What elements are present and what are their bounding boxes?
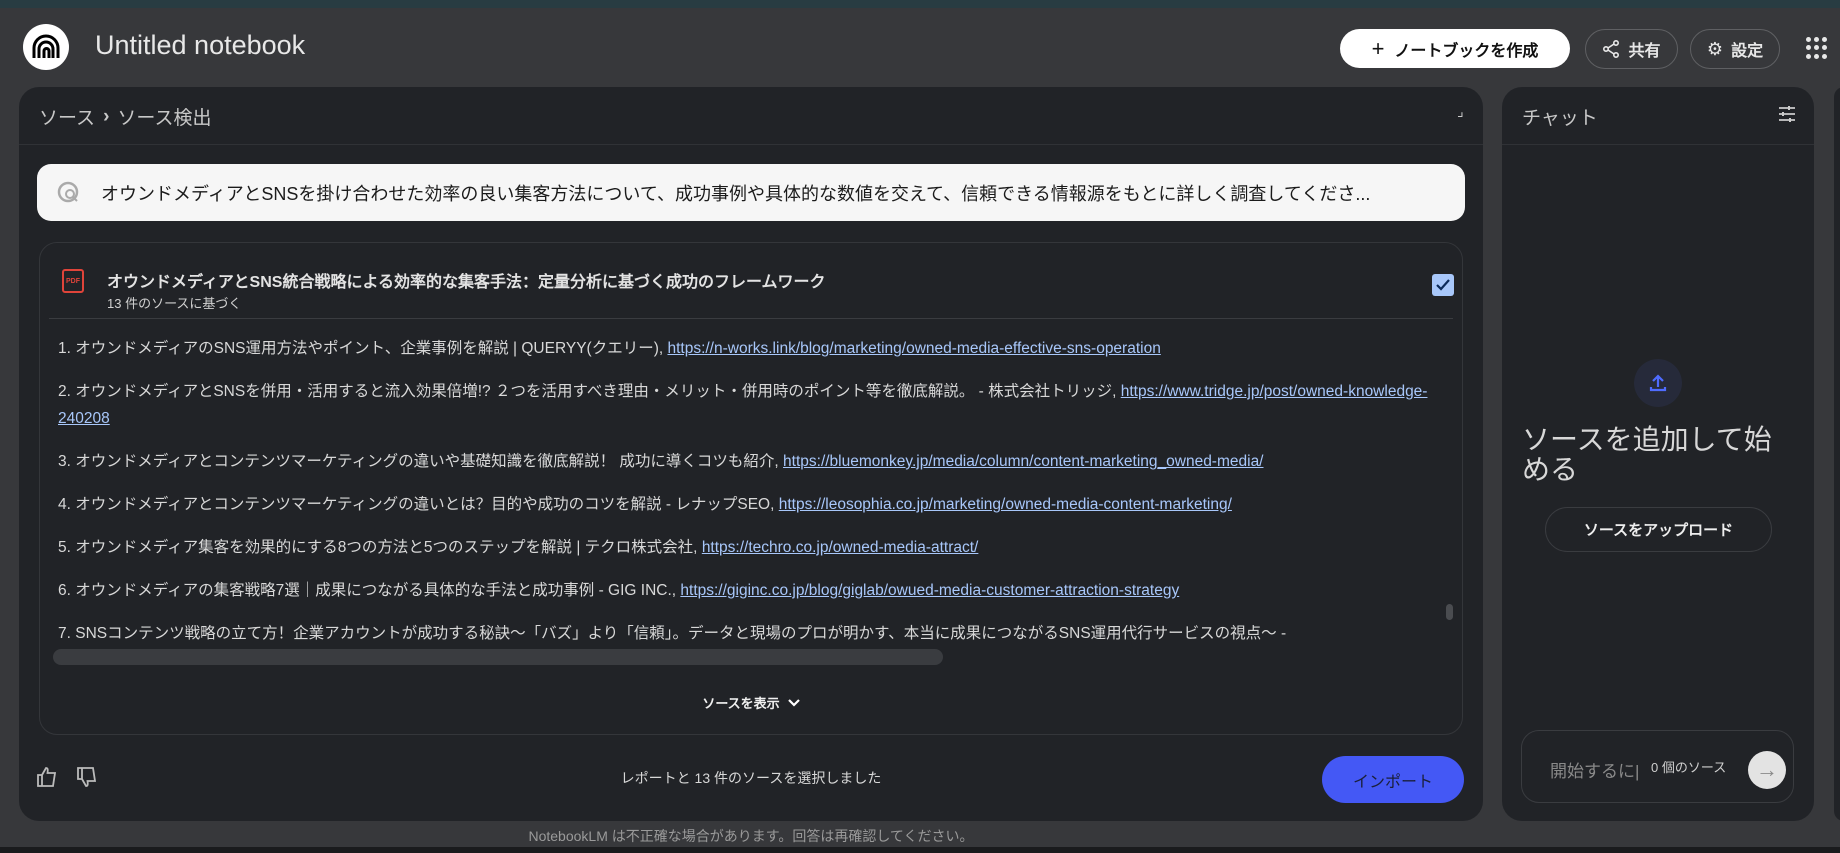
divider [1502, 144, 1814, 145]
source-link[interactable]: https://techro.co.jp/owned-media-attract… [702, 539, 979, 556]
selection-status: レポートと 13 件のソースを選択しました [620, 770, 882, 786]
chevron-right-icon: › [103, 105, 110, 127]
report-title[interactable]: オウンドメディアとSNS統合戦略による効率的な集客手法：定量分析に基づく成功のフ… [107, 268, 826, 292]
tune-settings-icon[interactable] [1778, 105, 1796, 123]
show-sources-button[interactable]: ソースを表示 [40, 693, 1462, 712]
notebook-title[interactable]: Untitled notebook [95, 30, 305, 61]
plus-icon: + [1371, 35, 1385, 61]
source-title: 5. オウンドメディア集客を効果的にする8つの方法と5つのステップを解説 | テ… [58, 539, 702, 556]
source-link[interactable]: https://n-works.link/blog/marketing/owne… [667, 340, 1160, 357]
share-icon [1603, 40, 1620, 58]
source-title: 3. オウンドメディアとコンテンツマーケティングの違いや基礎知識を徹底解説！ 成… [58, 453, 784, 470]
source-list-item: 5. オウンドメディア集客を効果的にする8つの方法と5つのステップを解説 | テ… [58, 534, 1438, 561]
upload-icon[interactable] [1634, 359, 1682, 407]
notebooklm-logo-icon[interactable] [23, 24, 69, 70]
source-list-item: 6. オウンドメディアの集客戦略7選｜成果につながる具体的な手法と成功事例 - … [58, 577, 1438, 604]
settings-label: 設定 [1731, 43, 1764, 60]
breadcrumb: ソース › ソース検出 [39, 103, 211, 130]
source-link[interactable]: https://bluemonkey.jp/media/column/conte… [783, 453, 1263, 470]
studio-panel-edge [1834, 87, 1840, 821]
sources-panel: ソース › ソース検出 ⌟ オウンドメディアとSNSを掛け合わせた効率の良い集客… [19, 87, 1483, 821]
breadcrumb-sources[interactable]: ソース [39, 103, 95, 130]
source-count: 0 個のソース [1651, 760, 1727, 775]
source-title: 2. オウンドメディアとSNSを併用・活用すると流入効果倍増!? ２つを活用すべ… [58, 383, 1121, 400]
source-list: 1. オウンドメディアのSNS運用方法やポイント、企業事例を解説 | QUERY… [58, 335, 1438, 649]
chat-panel: チャット ソースを追加して始める ソースをアップロード 開始するに| 0 個のソ… [1502, 87, 1814, 821]
check-icon [1436, 279, 1450, 291]
divider [19, 144, 1483, 145]
collapse-panel-icon[interactable]: ⌟ [1457, 103, 1464, 120]
upload-source-button[interactable]: ソースをアップロード [1545, 507, 1772, 552]
share-button[interactable]: 共有 [1585, 29, 1678, 69]
search-globe-icon [57, 181, 79, 202]
research-query-bar: オウンドメディアとSNSを掛け合わせた効率の良い集客方法について、成功事例や具体… [37, 164, 1465, 221]
import-button[interactable]: インポート [1322, 756, 1464, 803]
source-title: 7. SNSコンテンツ戦略の立て方！企業アカウントが成功する秘訣〜「バズ」より「… [58, 625, 1287, 642]
apps-grid-icon[interactable] [1806, 37, 1828, 59]
breadcrumb-current: ソース検出 [117, 108, 212, 129]
chat-empty-heading: ソースを追加して始める [1522, 424, 1772, 485]
source-title: 4. オウンドメディアとコンテンツマーケティングの違いとは？目的や成功のコツを解… [58, 496, 779, 513]
horizontal-scrollbar[interactable] [53, 649, 943, 665]
send-arrow-icon[interactable]: → [1748, 751, 1786, 789]
source-list-item: 3. オウンドメディアとコンテンツマーケティングの違いや基礎知識を徹底解説！ 成… [58, 448, 1438, 475]
source-link[interactable]: https://giginc.co.jp/blog/giglab/owued-m… [680, 582, 1179, 599]
report-subtitle: 13 件のソースに基づく [107, 296, 242, 311]
gear-icon: ⚙ [1706, 38, 1724, 59]
share-label: 共有 [1628, 43, 1661, 60]
report-checkbox[interactable] [1432, 274, 1454, 296]
chat-input-placeholder: 開始するに| [1550, 762, 1640, 781]
show-sources-label: ソースを表示 [702, 696, 780, 711]
report-card: PDF オウンドメディアとSNS統合戦略による効率的な集客手法：定量分析に基づく… [39, 242, 1463, 735]
create-notebook-label: ノートブックを作成 [1394, 42, 1539, 60]
chevron-down-icon [787, 698, 800, 707]
source-title: 1. オウンドメディアのSNS運用方法やポイント、企業事例を解説 | QUERY… [58, 340, 668, 357]
divider [49, 318, 1453, 319]
settings-button[interactable]: ⚙ 設定 [1690, 29, 1780, 69]
source-list-item: 1. オウンドメディアのSNS運用方法やポイント、企業事例を解説 | QUERY… [58, 335, 1438, 362]
source-list-item: 2. オウンドメディアとSNSを併用・活用すると流入効果倍増!? ２つを活用すべ… [58, 378, 1438, 432]
chat-title: チャット [1522, 108, 1598, 129]
source-list-item: 7. SNSコンテンツ戦略の立て方！企業アカウントが成功する秘訣〜「バズ」より「… [58, 620, 1438, 647]
create-notebook-button[interactable]: + ノートブックを作成 [1340, 29, 1570, 68]
research-query-text: オウンドメディアとSNSを掛け合わせた効率の良い集客方法について、成功事例や具体… [101, 183, 1371, 204]
source-title: 6. オウンドメディアの集客戦略7選｜成果につながる具体的な手法と成功事例 - … [58, 582, 681, 599]
disclaimer: NotebookLM は不正確な場合があります。回答は再確認してください。 [528, 828, 974, 844]
source-link[interactable]: https://leosophia.co.jp/marketing/owned-… [779, 496, 1232, 513]
pdf-icon: PDF [62, 269, 84, 293]
source-list-item: 4. オウンドメディアとコンテンツマーケティングの違いとは？目的や成功のコツを解… [58, 491, 1438, 518]
chat-input[interactable]: 開始するに| 0 個のソース → [1521, 730, 1794, 803]
window-top-strip [0, 0, 1840, 8]
window-bottom-strip [0, 847, 1840, 853]
vertical-scrollbar[interactable] [1446, 604, 1453, 620]
